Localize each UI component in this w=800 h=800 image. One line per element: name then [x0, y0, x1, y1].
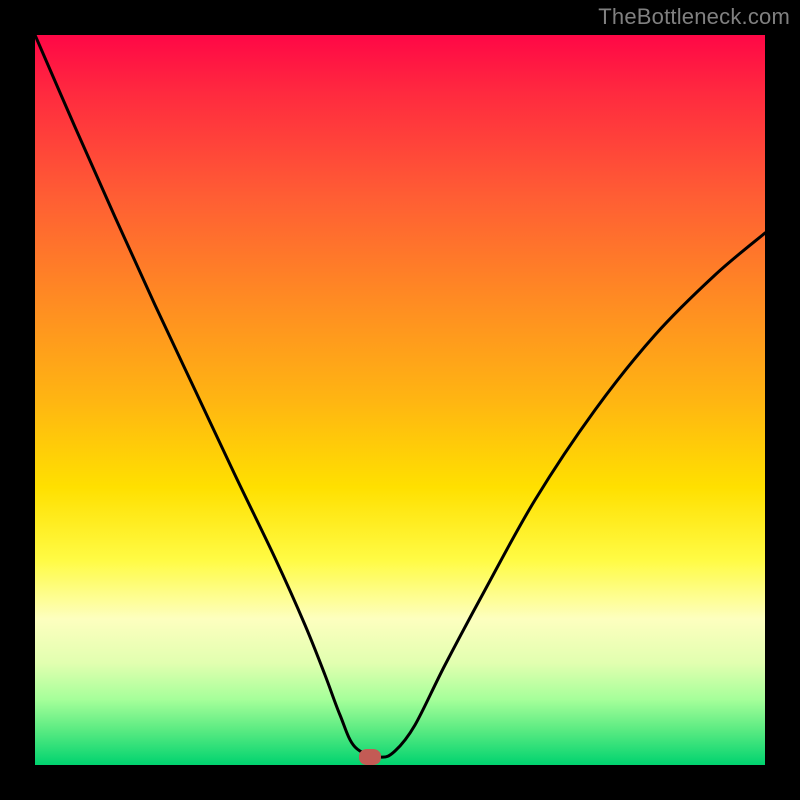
plot-area — [35, 35, 765, 765]
chart-frame: TheBottleneck.com — [0, 0, 800, 800]
optimal-point-marker — [359, 749, 381, 765]
curve-path — [35, 35, 765, 757]
watermark-text: TheBottleneck.com — [598, 4, 790, 30]
bottleneck-curve — [35, 35, 765, 765]
